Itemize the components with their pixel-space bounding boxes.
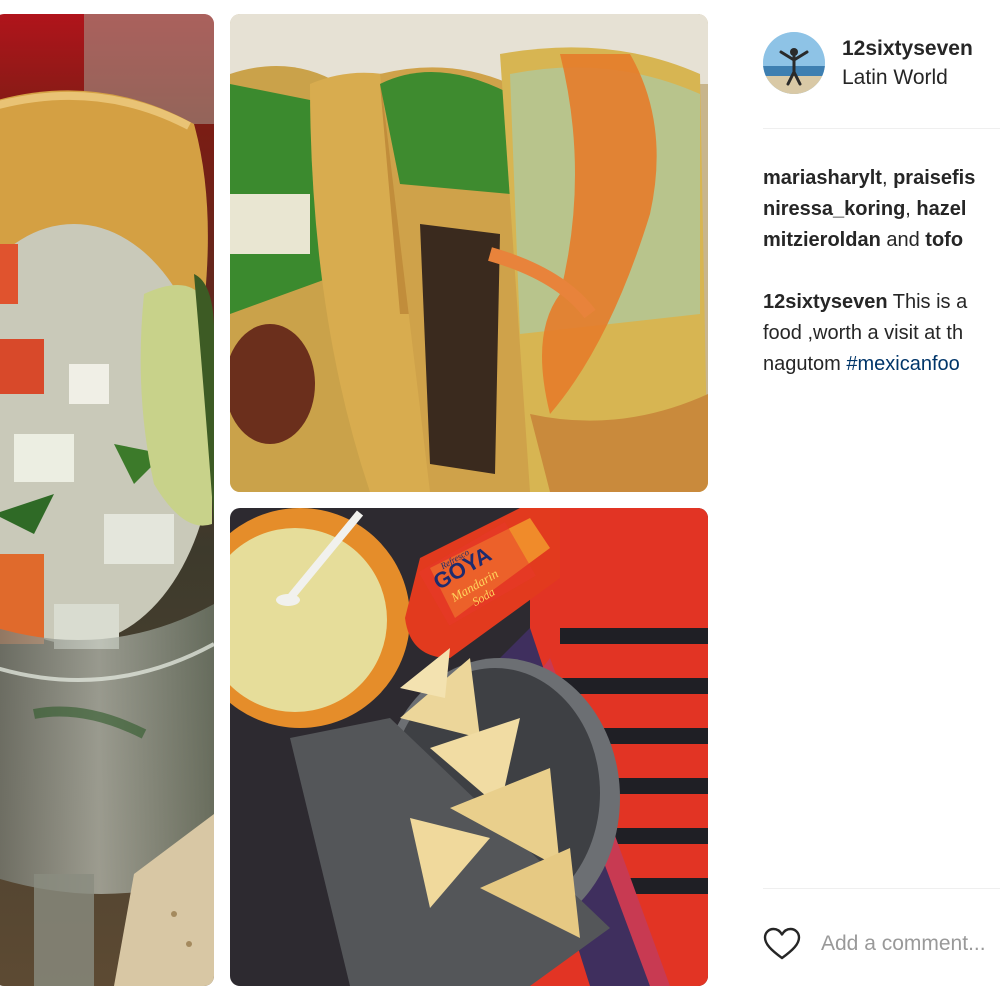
post-username[interactable]: 12sixtyseven: [842, 37, 973, 61]
likes-line-3: mitzieroldan and tofo: [763, 225, 1000, 256]
likes-separator: ,: [881, 167, 894, 189]
liked-by-section: mariasharylt, praisefis niressa_koring, …: [763, 163, 1000, 256]
post-header: 12sixtyseven Latin World: [763, 30, 1000, 100]
comment-input[interactable]: [821, 929, 1000, 959]
likes-line-2: niressa_koring, hazel: [763, 194, 1000, 225]
tacos-photo: [230, 14, 708, 492]
header-divider: [763, 128, 1000, 129]
liker-username[interactable]: niressa_koring: [763, 198, 905, 220]
liker-username[interactable]: tofo: [925, 229, 963, 251]
post-sidebar: 12sixtyseven Latin World mariasharylt, p…: [763, 0, 1000, 1000]
liker-username[interactable]: praisefis: [893, 167, 975, 189]
caption-username[interactable]: 12sixtyseven: [763, 291, 888, 313]
post-caption: 12sixtyseven This is a food ,worth a vis…: [763, 287, 1000, 380]
caption-hashtag[interactable]: #mexicanfoo: [846, 353, 959, 375]
heart-icon[interactable]: [763, 927, 801, 961]
caption-text: food ,worth a visit at th: [763, 322, 964, 344]
caption-line-2: food ,worth a visit at th: [763, 318, 1000, 349]
comment-divider: [763, 888, 1000, 889]
likes-line-1: mariasharylt, praisefis: [763, 163, 1000, 194]
likes-separator: ,: [905, 198, 917, 220]
post-image-collage[interactable]: GOYA Mandarin Soda Refresco: [0, 0, 730, 1000]
instagram-post: GOYA Mandarin Soda Refresco 12sixtyseven: [0, 0, 1000, 1000]
liker-username[interactable]: hazel: [916, 198, 966, 220]
liker-username[interactable]: mitzieroldan: [763, 229, 881, 251]
caption-line-1: 12sixtyseven This is a: [763, 287, 1000, 318]
likes-separator: and: [880, 229, 926, 251]
chips-and-soda-photo: GOYA Mandarin Soda Refresco: [230, 508, 708, 986]
ceviche-photo: [0, 14, 214, 986]
avatar[interactable]: [763, 32, 825, 94]
caption-line-3: nagutom #mexicanfoo: [763, 349, 1000, 380]
liker-username[interactable]: mariasharylt: [763, 167, 882, 189]
post-location[interactable]: Latin World: [842, 66, 948, 90]
caption-text: This is a: [887, 291, 968, 313]
caption-text: nagutom: [763, 353, 847, 375]
comment-bar: [763, 925, 1000, 965]
